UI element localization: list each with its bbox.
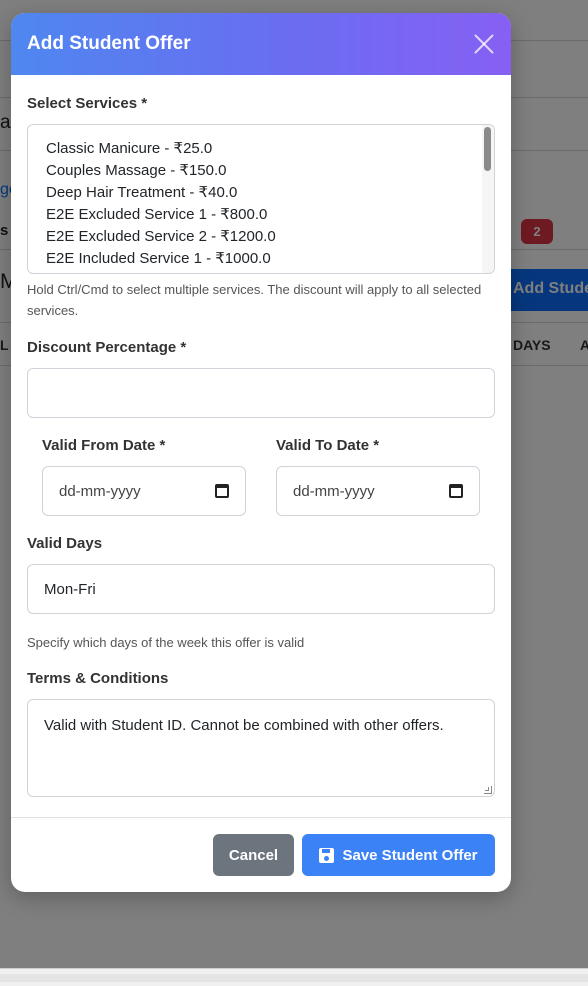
save-student-offer-button[interactable]: Save Student Offer (302, 834, 495, 876)
valid-days-input[interactable]: Mon-Fri (27, 564, 495, 614)
valid-from-date-input[interactable]: dd-mm-yyyy (42, 466, 246, 516)
calendar-icon[interactable] (215, 484, 229, 498)
discount-label: Discount Percentage * (27, 339, 187, 356)
scrollbar-thumb[interactable] (484, 127, 491, 171)
valid-days-hint: Specify which days of the week this offe… (27, 635, 305, 650)
modal-header: Add Student Offer (11, 13, 511, 75)
modal-title: Add Student Offer (27, 33, 191, 54)
service-option[interactable]: E2E Excluded Service 1 - ₹800.0 (46, 204, 494, 226)
valid-to-label: Valid To Date * (276, 437, 380, 454)
service-option[interactable]: Couples Massage - ₹150.0 (46, 160, 494, 182)
terms-textarea[interactable]: Valid with Student ID. Cannot be combine… (27, 699, 495, 797)
modal-footer: Cancel Save Student Offer (11, 817, 511, 892)
services-label: Select Services * (27, 95, 148, 112)
services-scrollbar[interactable] (482, 125, 494, 273)
calendar-icon[interactable] (449, 484, 463, 498)
add-student-offer-modal: Add Student Offer Select Services * Clas… (11, 13, 511, 892)
service-option[interactable]: E2E Excluded Service 2 - ₹1200.0 (46, 226, 494, 248)
services-multiselect[interactable]: Classic Manicure - ₹25.0 Couples Massage… (27, 124, 495, 274)
scrollbar-track[interactable] (0, 974, 588, 982)
service-option[interactable]: Deep Hair Treatment - ₹40.0 (46, 182, 494, 204)
valid-to-placeholder: dd-mm-yyyy (293, 482, 375, 500)
service-option[interactable]: E2E Included Service 1 - ₹1000.0 (46, 248, 494, 270)
cancel-button-label: Cancel (228, 846, 279, 864)
services-hint: Hold Ctrl/Cmd to select multiple service… (27, 282, 482, 318)
horizontal-scrollbar[interactable] (0, 968, 588, 986)
resize-handle-icon[interactable] (484, 786, 492, 794)
close-icon[interactable] (473, 33, 495, 55)
terms-label: Terms & Conditions (27, 670, 169, 687)
terms-text: Valid with Student ID. Cannot be combine… (44, 717, 444, 734)
valid-to-date-input[interactable]: dd-mm-yyyy (276, 466, 480, 516)
valid-from-label: Valid From Date * (42, 437, 166, 454)
valid-days-label: Valid Days (27, 535, 103, 552)
save-icon (319, 847, 335, 863)
valid-from-placeholder: dd-mm-yyyy (59, 482, 141, 500)
cancel-button[interactable]: Cancel (213, 834, 294, 876)
service-option[interactable]: Classic Manicure - ₹25.0 (46, 138, 494, 160)
discount-percentage-input[interactable] (27, 368, 495, 418)
save-button-label: Save Student Offer (342, 846, 478, 864)
